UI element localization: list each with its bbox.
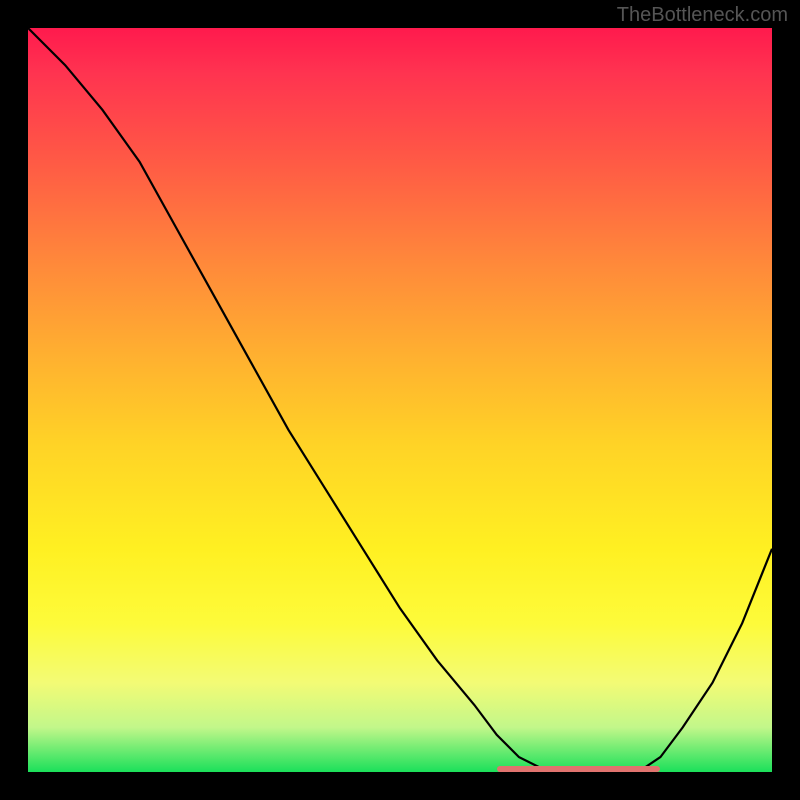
watermark-text: TheBottleneck.com xyxy=(617,4,788,27)
plot-area xyxy=(28,28,772,772)
bottleneck-curve xyxy=(28,28,772,772)
optimal-range-marker xyxy=(497,766,661,772)
